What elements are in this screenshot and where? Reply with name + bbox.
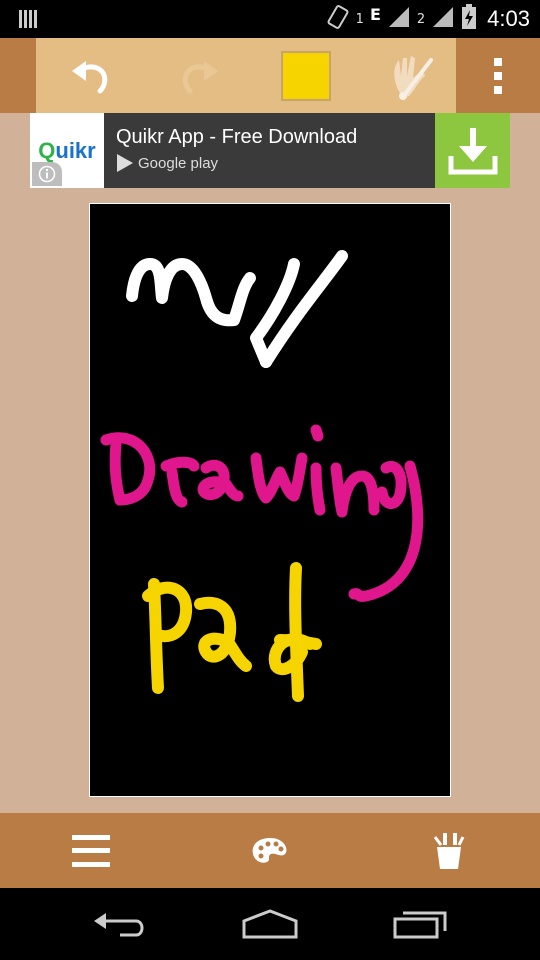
- magenta-drawing-stroke: [100, 424, 424, 602]
- undo-button[interactable]: [56, 38, 126, 113]
- back-button[interactable]: [70, 888, 170, 960]
- brush-tool-button[interactable]: [376, 38, 446, 113]
- signal-2-icon: [431, 5, 455, 33]
- notification-icon: [18, 8, 38, 34]
- menu-icon: [72, 834, 110, 867]
- undo-icon: [72, 60, 108, 93]
- home-button[interactable]: [220, 888, 320, 960]
- brushes-icon: [433, 832, 465, 869]
- sim1-label: 1: [355, 11, 364, 27]
- vibrate-icon: [324, 4, 350, 34]
- status-bar: 1 E 2 4:03: [0, 0, 540, 38]
- menu-button[interactable]: [46, 813, 136, 888]
- signal-icon: [387, 5, 411, 33]
- overflow-menu-icon: [494, 57, 502, 94]
- redo-icon: [182, 60, 218, 93]
- drawing-canvas[interactable]: [89, 203, 451, 797]
- palette-button[interactable]: [225, 813, 315, 888]
- redo-button[interactable]: [164, 38, 234, 113]
- sim2-label: 2: [416, 11, 426, 27]
- selected-color-swatch: [281, 50, 331, 101]
- overflow-menu-button[interactable]: [456, 38, 540, 113]
- navigation-bar: [0, 888, 540, 960]
- back-icon: [94, 913, 144, 937]
- info-icon: [38, 165, 56, 183]
- hand-brush-icon: [394, 55, 433, 100]
- play-store-icon: [117, 154, 133, 172]
- ad-info-button[interactable]: [32, 162, 62, 186]
- bottom-app-bar: [0, 813, 540, 888]
- yellow-pad-stroke: [142, 562, 322, 702]
- white-my-stroke: [126, 250, 348, 368]
- google-play-badge: Google play: [116, 153, 218, 173]
- top-toolbar: [0, 38, 540, 113]
- toolbar-actions: [36, 38, 456, 113]
- recents-button[interactable]: [370, 888, 470, 960]
- network-type: E: [369, 4, 381, 24]
- color-picker-button[interactable]: [276, 38, 336, 113]
- clock: 4:03: [487, 6, 530, 31]
- recents-icon: [393, 911, 447, 939]
- ad-banner[interactable]: Quikr Quikr App - Free Download Google p…: [30, 113, 510, 188]
- battery-charging-icon: [461, 4, 477, 34]
- palette-icon: [252, 837, 287, 863]
- download-button[interactable]: [435, 113, 510, 188]
- brushes-button[interactable]: [404, 813, 494, 888]
- download-icon: [448, 127, 497, 174]
- home-icon: [242, 909, 298, 939]
- ad-title: Quikr App - Free Download: [116, 126, 358, 148]
